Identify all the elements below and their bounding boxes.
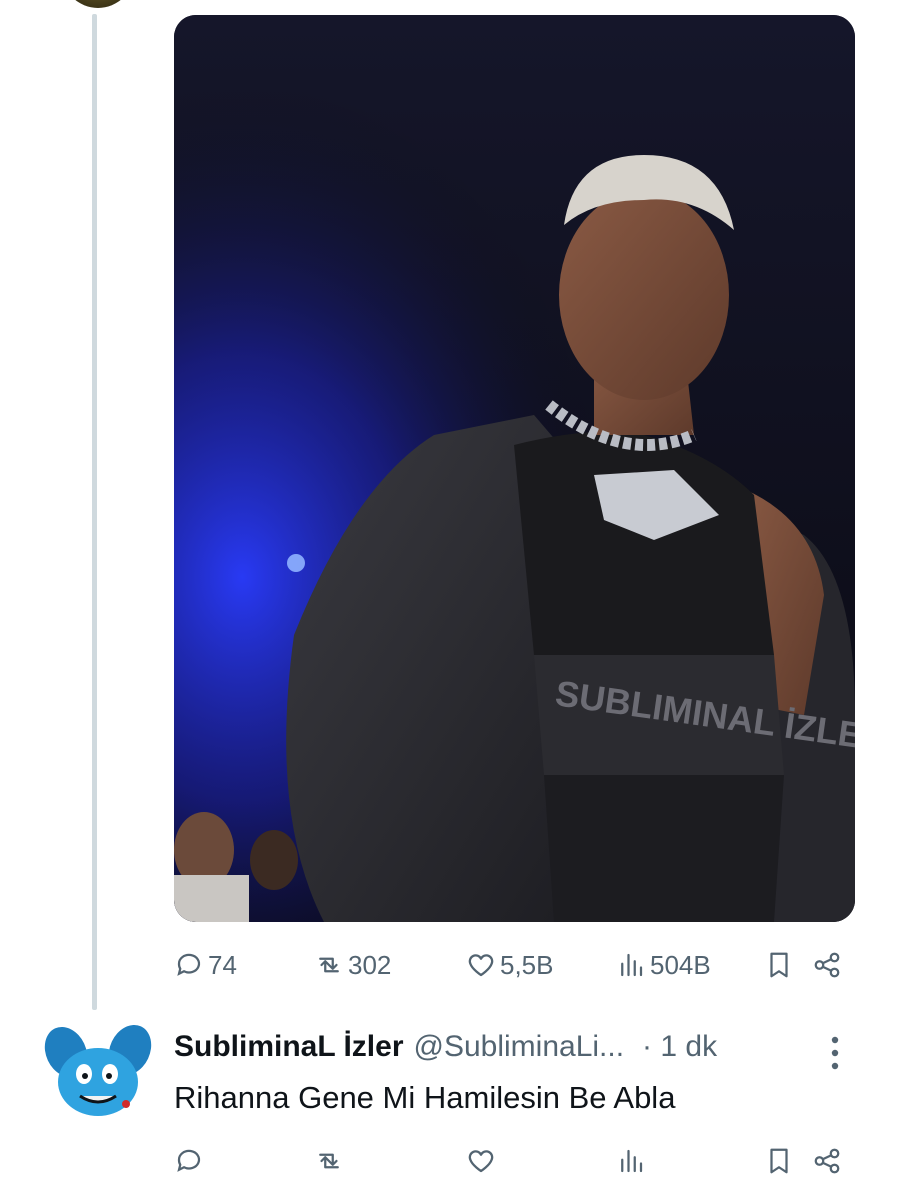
reply-header: SubliminaL İzler @SubliminaLi... · 1 dk [174, 1030, 717, 1064]
bookmark-icon [770, 1148, 788, 1174]
bookmark-button[interactable] [764, 950, 794, 980]
reply-bookmark-button[interactable] [764, 1146, 794, 1176]
views-button[interactable]: 504B [616, 950, 711, 981]
parent-author-avatar[interactable] [62, 0, 134, 8]
tweet-thread: SUBLIMINAL İZLER 74 302 5,5B 504B Sublim… [0, 0, 900, 1200]
reply-display-name[interactable]: SubliminaL İzler [174, 1030, 404, 1064]
reply-reply-button[interactable] [174, 1146, 208, 1176]
heart-icon [468, 1150, 494, 1173]
thread-connector-line [92, 14, 97, 1010]
heart-icon [468, 954, 494, 977]
reply-views-button[interactable] [616, 1146, 650, 1176]
reply-author-avatar[interactable] [36, 1022, 158, 1122]
share-button[interactable] [812, 950, 842, 980]
reply-handle[interactable]: @SubliminaLi... [414, 1030, 625, 1064]
views-count: 504B [650, 949, 711, 980]
tweet-media-image[interactable]: SUBLIMINAL İZLER [174, 15, 855, 922]
reply-button[interactable]: 74 [174, 950, 237, 981]
retweet-count: 302 [348, 949, 392, 980]
share-nodes-icon [814, 1148, 840, 1174]
reply-timestamp[interactable]: · 1 dk [642, 1030, 717, 1064]
reply-action-bar [174, 1141, 855, 1181]
reply-count: 74 [208, 949, 237, 980]
rabbit-mascot-avatar [44, 1024, 152, 1116]
bookmark-icon [770, 952, 788, 978]
reply-retweet-button[interactable] [314, 1146, 348, 1176]
reply-text: Rihanna Gene Mi Hamilesin Be Abla [174, 1080, 676, 1115]
performer-photo: SUBLIMINAL İZLER [174, 15, 855, 922]
retweet-button[interactable]: 302 [314, 950, 391, 981]
retweet-arrows-icon [319, 957, 339, 973]
vertical-ellipsis-icon[interactable] [826, 1034, 844, 1072]
bar-chart-icon [621, 1149, 643, 1173]
like-count: 5,5B [500, 949, 554, 980]
like-button[interactable]: 5,5B [466, 950, 554, 981]
speech-bubble-icon [177, 1149, 201, 1172]
retweet-arrows-icon [319, 1153, 339, 1169]
bar-chart-icon [621, 953, 643, 977]
tweet-action-bar: 74 302 5,5B 504B [174, 945, 855, 985]
speech-bubble-icon [177, 953, 201, 976]
reply-like-button[interactable] [466, 1146, 500, 1176]
share-nodes-icon [814, 952, 840, 978]
reply-share-button[interactable] [812, 1146, 842, 1176]
